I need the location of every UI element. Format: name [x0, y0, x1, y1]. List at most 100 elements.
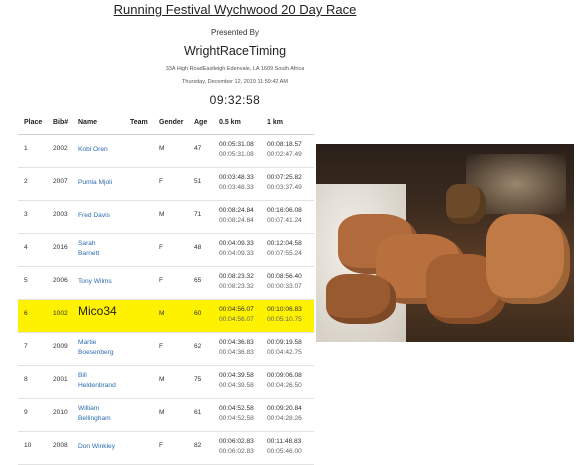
- cell-split-05km: 00:08:23.32 00:08:23.32: [219, 272, 254, 292]
- runner-name-link[interactable]: Kobi Oren: [78, 145, 134, 155]
- cell-split-1km: 00:11:48.83 00:05:46.00: [267, 437, 302, 457]
- table-row: 7 2009 Martie Boesenberg F 62 00:04:36.83 00:04…: [18, 333, 314, 366]
- split-time: 00:10:06.83: [267, 306, 302, 313]
- runner-name-link[interactable]: William Bellingham: [78, 404, 134, 424]
- cell-place: 4: [24, 244, 28, 251]
- cell-age: 61: [194, 409, 202, 416]
- split-time: 00:04:56.07: [219, 306, 254, 313]
- split-time: 00:04:36.83: [219, 339, 254, 346]
- cell-split-1km: 00:09:06.08 00:04:26.50: [267, 371, 302, 391]
- split-time: 00:08:18.57: [267, 141, 302, 148]
- runner-name-link[interactable]: Bill Heldenbrand: [78, 371, 134, 391]
- runner-name-link[interactable]: Martie Boesenberg: [78, 338, 134, 358]
- split-time: 00:05:31.08: [219, 141, 254, 148]
- split-lap: 00:04:56.07: [219, 316, 254, 323]
- trophy-piece: [326, 274, 396, 324]
- split-lap: 00:08:24.84: [219, 217, 254, 224]
- col-place[interactable]: Place: [24, 119, 42, 126]
- cell-age: 60: [194, 310, 202, 317]
- runner-name: Mico34: [78, 304, 117, 318]
- cell-split-1km: 00:08:18.57 00:02:47.49: [267, 140, 302, 160]
- split-time: 00:04:52.58: [219, 405, 254, 412]
- col-gender[interactable]: Gender: [159, 119, 184, 126]
- cell-split-05km: 00:03:48.33 00:03:48.33: [219, 173, 254, 193]
- runner-name-link[interactable]: Don Winkley: [78, 442, 134, 452]
- split-lap: 00:07:55.24: [267, 250, 302, 257]
- runner-name: Martie: [78, 339, 97, 346]
- table-row: 3 2003 Fred Davis M 71 00:08:24.84 00:08:24.84…: [18, 201, 314, 234]
- cell-split-1km: 00:09:19.58 00:04:42.75: [267, 338, 302, 358]
- cell-bib: 1002: [53, 310, 68, 317]
- runner-name-link[interactable]: Pumla Mjoli: [78, 178, 134, 188]
- runner-name: Pumla Mjoli: [78, 179, 113, 186]
- split-lap: 00:04:26.50: [267, 382, 302, 389]
- runner-surname: Boesenberg: [78, 349, 114, 356]
- organizer-address: 33A High RoadEastleigh Edenvale, LA 1609…: [165, 66, 305, 72]
- col-split-05km[interactable]: 0.5 km: [219, 119, 241, 126]
- cell-bib: 2006: [53, 277, 68, 284]
- col-age[interactable]: Age: [194, 119, 207, 126]
- cell-split-05km: 00:04:09.33 00:04:09.33: [219, 239, 254, 259]
- runner-name-link[interactable]: Fred Davis: [78, 211, 134, 221]
- split-lap: 00:04:36.83: [219, 349, 254, 356]
- runner-surname: Heldenbrand: [78, 382, 116, 389]
- cell-bib: 2007: [53, 178, 68, 185]
- split-time: 00:04:39.58: [219, 372, 254, 379]
- split-lap: 00:05:31.08: [219, 151, 254, 158]
- split-time: 00:08:23.32: [219, 273, 254, 280]
- cell-split-1km: 00:12:04.58 00:07:55.24: [267, 239, 302, 259]
- runner-name-link[interactable]: Sarah Barnett: [78, 239, 134, 259]
- cell-age: 47: [194, 145, 202, 152]
- split-time: 00:09:20.84: [267, 405, 302, 412]
- split-lap: 00:00:33.07: [267, 283, 302, 290]
- cell-bib: 2009: [53, 343, 68, 350]
- col-split-1km[interactable]: 1 km: [267, 119, 283, 126]
- cell-gender: M: [159, 409, 165, 416]
- trophies-photo: [316, 144, 574, 342]
- cell-gender: M: [159, 310, 165, 317]
- presented-by: Presented By: [210, 28, 260, 37]
- col-team[interactable]: Team: [130, 119, 148, 126]
- split-time: 00:07:25.82: [267, 174, 302, 181]
- cell-place: 3: [24, 211, 28, 218]
- table-header: Place Bib# Name Team Gender Age 0.5 km 1…: [18, 112, 314, 135]
- table-row: 9 2010 William Bellingham M 61 00:04:52.58 00:0…: [18, 399, 314, 432]
- cell-bib: 2008: [53, 442, 68, 449]
- cell-split-1km: 00:16:06.08 00:07:41.24: [267, 206, 302, 226]
- cell-age: 48: [194, 244, 202, 251]
- runner-name-link[interactable]: Tony Wilms: [78, 277, 134, 287]
- split-time: 00:04:09.33: [219, 240, 254, 247]
- cell-place: 7: [24, 343, 28, 350]
- cell-split-1km: 00:07:25.82 00:03:37.49: [267, 173, 302, 193]
- cell-bib: 2010: [53, 409, 68, 416]
- split-lap: 00:05:46.00: [267, 448, 302, 455]
- runner-surname: Barnett: [78, 250, 100, 257]
- split-lap: 00:02:47.49: [267, 151, 302, 158]
- cell-split-05km: 00:04:36.83 00:04:36.83: [219, 338, 254, 358]
- results-table: Place Bib# Name Team Gender Age 0.5 km 1…: [18, 112, 314, 465]
- trophy-piece: [446, 184, 486, 224]
- table-row: 1 2002 Kobi Oren M 47 00:05:31.08 00:05:31.08 0…: [18, 135, 314, 168]
- split-lap: 00:04:52.58: [219, 415, 254, 422]
- cell-split-1km: 00:09:20.84 00:04:28.26: [267, 404, 302, 424]
- cell-place: 8: [24, 376, 28, 383]
- split-time: 00:06:02.83: [219, 438, 254, 445]
- split-time: 00:12:04.58: [267, 240, 302, 247]
- split-lap: 00:04:42.75: [267, 349, 302, 356]
- cell-gender: M: [159, 211, 165, 218]
- split-time: 00:03:48.33: [219, 174, 254, 181]
- cell-age: 75: [194, 376, 202, 383]
- runner-name: Sarah: [78, 240, 96, 247]
- cell-gender: F: [159, 343, 164, 350]
- cell-bib: 2002: [53, 145, 68, 152]
- col-bib[interactable]: Bib#: [53, 119, 68, 126]
- split-time: 00:16:06.08: [267, 207, 302, 214]
- cell-place: 10: [24, 442, 32, 449]
- cell-place: 2: [24, 178, 28, 185]
- split-time: 00:08:56.40: [267, 273, 302, 280]
- cell-split-05km: 00:04:39.58 00:04:39.58: [219, 371, 254, 391]
- split-time: 00:08:24.84: [219, 207, 254, 214]
- runner-name-link[interactable]: Mico34: [78, 304, 134, 318]
- col-name[interactable]: Name: [78, 119, 97, 126]
- table-row: 4 2016 Sarah Barnett F 48 00:04:09.33 00:04:09.…: [18, 234, 314, 267]
